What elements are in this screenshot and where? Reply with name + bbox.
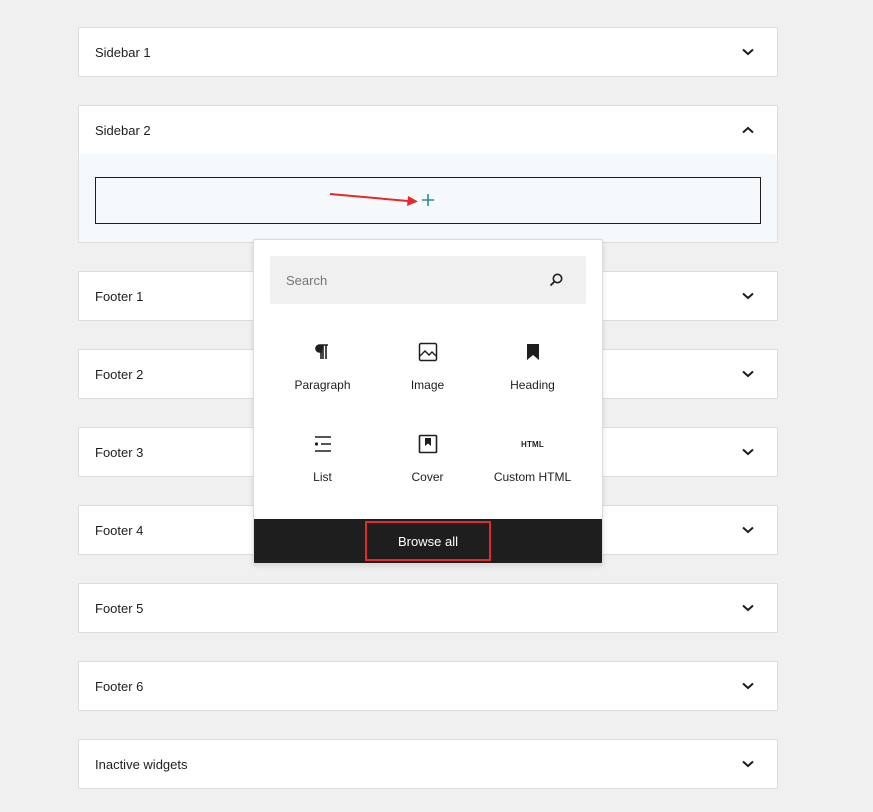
block-inserter-popover: Paragraph Image Heading — [253, 239, 603, 564]
widget-area-title: Footer 4 — [95, 522, 144, 538]
widget-area-inactive-widgets: Inactive widgets — [78, 739, 778, 789]
block-search-input[interactable] — [286, 272, 536, 288]
chevron-down-icon — [741, 601, 755, 615]
search-icon[interactable] — [548, 272, 564, 288]
html-icon: HTML — [520, 439, 544, 449]
widget-area-content — [79, 154, 777, 242]
block-item-custom-html[interactable]: HTML Custom HTML — [480, 420, 585, 512]
block-label: List — [313, 470, 332, 484]
widget-area-sidebar-1: Sidebar 1 — [78, 27, 778, 77]
block-list: Paragraph Image Heading List Cover HTML … — [270, 328, 586, 512]
chevron-up-icon — [741, 123, 755, 137]
chevron-down-icon — [741, 45, 755, 59]
widget-area-title: Footer 6 — [95, 678, 144, 694]
plus-icon[interactable] — [420, 192, 436, 208]
heading-icon — [521, 340, 545, 364]
block-label: Heading — [510, 378, 555, 392]
widget-area-title: Sidebar 2 — [95, 122, 151, 138]
widget-area-title: Footer 3 — [95, 444, 144, 460]
chevron-down-icon — [741, 445, 755, 459]
block-label: Image — [410, 378, 445, 392]
widget-area-sidebar-2: Sidebar 2 — [78, 105, 778, 243]
block-appender[interactable] — [95, 177, 761, 224]
widget-area-toggle[interactable]: Sidebar 2 — [79, 106, 777, 154]
block-label: Cover — [411, 470, 444, 484]
chevron-down-icon — [741, 523, 755, 537]
widget-area-toggle[interactable]: Footer 6 — [79, 662, 777, 710]
block-item-image[interactable]: Image — [375, 328, 480, 420]
block-label: Custom HTML — [493, 470, 572, 484]
browse-all-button[interactable]: Browse all — [365, 521, 491, 561]
widget-area-toggle[interactable]: Footer 5 — [79, 584, 777, 632]
block-item-cover[interactable]: Cover — [375, 420, 480, 512]
block-search — [270, 256, 586, 304]
block-item-list[interactable]: List — [270, 420, 375, 512]
list-icon — [311, 432, 335, 456]
widget-area-title: Footer 1 — [95, 288, 144, 304]
block-item-heading[interactable]: Heading — [480, 328, 585, 420]
widget-area-footer-6: Footer 6 — [78, 661, 778, 711]
chevron-down-icon — [741, 367, 755, 381]
widget-area-toggle[interactable]: Inactive widgets — [79, 740, 777, 788]
widget-area-footer-5: Footer 5 — [78, 583, 778, 633]
widget-area-title: Footer 5 — [95, 600, 144, 616]
block-label: Paragraph — [294, 378, 351, 392]
cover-icon — [416, 432, 440, 456]
block-item-paragraph[interactable]: Paragraph — [270, 328, 375, 420]
chevron-down-icon — [741, 289, 755, 303]
image-icon — [416, 340, 440, 364]
widget-area-title: Footer 2 — [95, 366, 144, 382]
chevron-down-icon — [741, 757, 755, 771]
inserter-footer: Browse all — [254, 519, 602, 563]
widget-area-title: Inactive widgets — [95, 756, 188, 772]
paragraph-icon — [311, 340, 335, 364]
widget-area-title: Sidebar 1 — [95, 44, 151, 60]
widget-area-toggle[interactable]: Sidebar 1 — [79, 28, 777, 76]
chevron-down-icon — [741, 679, 755, 693]
